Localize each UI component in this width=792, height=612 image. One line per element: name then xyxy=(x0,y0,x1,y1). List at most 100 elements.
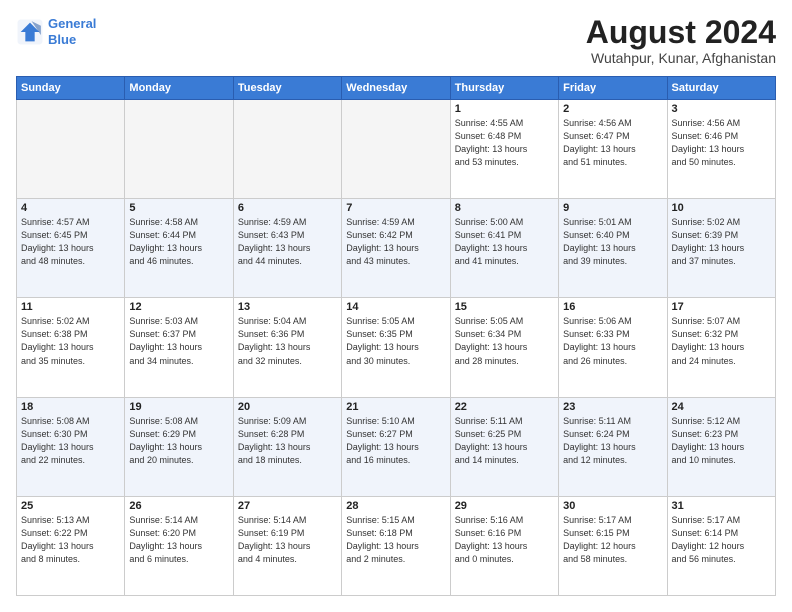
day-number: 7 xyxy=(346,202,445,214)
day-info: Sunrise: 5:12 AMSunset: 6:23 PMDaylight:… xyxy=(672,415,771,467)
day-info: Sunrise: 5:14 AMSunset: 6:19 PMDaylight:… xyxy=(238,514,337,566)
calendar-cell: 2 Sunrise: 4:56 AMSunset: 6:47 PMDaylight… xyxy=(559,100,667,199)
calendar-cell: 22 Sunrise: 5:11 AMSunset: 6:25 PMDayligh… xyxy=(450,397,558,496)
day-info: Sunrise: 5:16 AMSunset: 6:16 PMDaylight:… xyxy=(455,514,554,566)
header: General Blue August 2024 Wutahpur, Kunar… xyxy=(16,16,776,66)
calendar-cell: 25 Sunrise: 5:13 AMSunset: 6:22 PMDayligh… xyxy=(17,496,125,595)
day-info: Sunrise: 5:04 AMSunset: 6:36 PMDaylight:… xyxy=(238,315,337,367)
day-number: 25 xyxy=(21,500,120,512)
calendar-cell: 4 Sunrise: 4:57 AMSunset: 6:45 PMDaylight… xyxy=(17,199,125,298)
week-row-1: 1 Sunrise: 4:55 AMSunset: 6:48 PMDaylight… xyxy=(17,100,776,199)
day-info: Sunrise: 5:02 AMSunset: 6:38 PMDaylight:… xyxy=(21,315,120,367)
logo: General Blue xyxy=(16,16,96,47)
logo-icon xyxy=(16,18,44,46)
calendar-body: 1 Sunrise: 4:55 AMSunset: 6:48 PMDaylight… xyxy=(17,100,776,596)
calendar-cell: 10 Sunrise: 5:02 AMSunset: 6:39 PMDayligh… xyxy=(667,199,775,298)
weekday-header-row: SundayMondayTuesdayWednesdayThursdayFrid… xyxy=(17,77,776,100)
weekday-saturday: Saturday xyxy=(667,77,775,100)
day-number: 2 xyxy=(563,103,662,115)
day-info: Sunrise: 5:03 AMSunset: 6:37 PMDaylight:… xyxy=(129,315,228,367)
weekday-thursday: Thursday xyxy=(450,77,558,100)
day-info: Sunrise: 5:13 AMSunset: 6:22 PMDaylight:… xyxy=(21,514,120,566)
day-info: Sunrise: 5:05 AMSunset: 6:35 PMDaylight:… xyxy=(346,315,445,367)
day-number: 5 xyxy=(129,202,228,214)
day-number: 16 xyxy=(563,301,662,313)
logo-general: General xyxy=(48,16,96,31)
day-number: 18 xyxy=(21,401,120,413)
calendar-cell: 1 Sunrise: 4:55 AMSunset: 6:48 PMDaylight… xyxy=(450,100,558,199)
calendar-cell: 16 Sunrise: 5:06 AMSunset: 6:33 PMDayligh… xyxy=(559,298,667,397)
weekday-sunday: Sunday xyxy=(17,77,125,100)
day-number: 20 xyxy=(238,401,337,413)
day-info: Sunrise: 5:11 AMSunset: 6:24 PMDaylight:… xyxy=(563,415,662,467)
day-number: 24 xyxy=(672,401,771,413)
day-number: 1 xyxy=(455,103,554,115)
day-number: 27 xyxy=(238,500,337,512)
day-number: 28 xyxy=(346,500,445,512)
calendar-cell: 9 Sunrise: 5:01 AMSunset: 6:40 PMDaylight… xyxy=(559,199,667,298)
calendar-cell xyxy=(17,100,125,199)
day-number: 31 xyxy=(672,500,771,512)
day-info: Sunrise: 5:11 AMSunset: 6:25 PMDaylight:… xyxy=(455,415,554,467)
calendar-cell: 11 Sunrise: 5:02 AMSunset: 6:38 PMDayligh… xyxy=(17,298,125,397)
day-info: Sunrise: 5:09 AMSunset: 6:28 PMDaylight:… xyxy=(238,415,337,467)
calendar-table: SundayMondayTuesdayWednesdayThursdayFrid… xyxy=(16,76,776,596)
calendar-cell: 19Sunrise: 5:08 AMSunset: 6:29 PMDayligh… xyxy=(125,397,233,496)
day-number: 22 xyxy=(455,401,554,413)
location: Wutahpur, Kunar, Afghanistan xyxy=(586,50,776,66)
day-info: Sunrise: 4:58 AMSunset: 6:44 PMDaylight:… xyxy=(129,216,228,268)
logo-blue: Blue xyxy=(48,32,76,47)
calendar-cell: 29 Sunrise: 5:16 AMSunset: 6:16 PMDayligh… xyxy=(450,496,558,595)
day-info: Sunrise: 5:14 AMSunset: 6:20 PMDaylight:… xyxy=(129,514,228,566)
calendar-cell: 24 Sunrise: 5:12 AMSunset: 6:23 PMDayligh… xyxy=(667,397,775,496)
calendar-cell: 30Sunrise: 5:17 AMSunset: 6:15 PMDayligh… xyxy=(559,496,667,595)
day-info: Sunrise: 5:06 AMSunset: 6:33 PMDaylight:… xyxy=(563,315,662,367)
calendar-cell xyxy=(233,100,341,199)
day-number: 29 xyxy=(455,500,554,512)
day-number: 11 xyxy=(21,301,120,313)
calendar-cell: 14Sunrise: 5:05 AMSunset: 6:35 PMDayligh… xyxy=(342,298,450,397)
day-number: 17 xyxy=(672,301,771,313)
day-info: Sunrise: 5:02 AMSunset: 6:39 PMDaylight:… xyxy=(672,216,771,268)
day-info: Sunrise: 4:56 AMSunset: 6:46 PMDaylight:… xyxy=(672,117,771,169)
day-info: Sunrise: 4:59 AMSunset: 6:42 PMDaylight:… xyxy=(346,216,445,268)
calendar-cell: 18 Sunrise: 5:08 AMSunset: 6:30 PMDayligh… xyxy=(17,397,125,496)
calendar-cell: 26 Sunrise: 5:14 AMSunset: 6:20 PMDayligh… xyxy=(125,496,233,595)
day-number: 21 xyxy=(346,401,445,413)
day-number: 10 xyxy=(672,202,771,214)
weekday-friday: Friday xyxy=(559,77,667,100)
day-number: 9 xyxy=(563,202,662,214)
calendar-cell: 28Sunrise: 5:15 AMSunset: 6:18 PMDayligh… xyxy=(342,496,450,595)
day-info: Sunrise: 4:57 AMSunset: 6:45 PMDaylight:… xyxy=(21,216,120,268)
calendar-cell xyxy=(125,100,233,199)
day-info: Sunrise: 5:01 AMSunset: 6:40 PMDaylight:… xyxy=(563,216,662,268)
calendar-cell: 3Sunrise: 4:56 AMSunset: 6:46 PMDaylight… xyxy=(667,100,775,199)
calendar-cell: 27 Sunrise: 5:14 AMSunset: 6:19 PMDayligh… xyxy=(233,496,341,595)
calendar-cell: 21 Sunrise: 5:10 AMSunset: 6:27 PMDayligh… xyxy=(342,397,450,496)
day-number: 30 xyxy=(563,500,662,512)
calendar-cell: 20 Sunrise: 5:09 AMSunset: 6:28 PMDayligh… xyxy=(233,397,341,496)
day-info: Sunrise: 5:05 AMSunset: 6:34 PMDaylight:… xyxy=(455,315,554,367)
month-year: August 2024 xyxy=(586,16,776,48)
calendar-cell: 13 Sunrise: 5:04 AMSunset: 6:36 PMDayligh… xyxy=(233,298,341,397)
calendar-cell: 8Sunrise: 5:00 AMSunset: 6:41 PMDaylight… xyxy=(450,199,558,298)
weekday-tuesday: Tuesday xyxy=(233,77,341,100)
day-info: Sunrise: 5:08 AMSunset: 6:29 PMDaylight:… xyxy=(129,415,228,467)
calendar-cell: 6Sunrise: 4:59 AMSunset: 6:43 PMDaylight… xyxy=(233,199,341,298)
calendar-cell: 23 Sunrise: 5:11 AMSunset: 6:24 PMDayligh… xyxy=(559,397,667,496)
day-info: Sunrise: 4:55 AMSunset: 6:48 PMDaylight:… xyxy=(455,117,554,169)
week-row-3: 11 Sunrise: 5:02 AMSunset: 6:38 PMDayligh… xyxy=(17,298,776,397)
day-number: 4 xyxy=(21,202,120,214)
day-number: 23 xyxy=(563,401,662,413)
week-row-2: 4 Sunrise: 4:57 AMSunset: 6:45 PMDaylight… xyxy=(17,199,776,298)
week-row-4: 18 Sunrise: 5:08 AMSunset: 6:30 PMDayligh… xyxy=(17,397,776,496)
day-info: Sunrise: 5:10 AMSunset: 6:27 PMDaylight:… xyxy=(346,415,445,467)
day-info: Sunrise: 4:59 AMSunset: 6:43 PMDaylight:… xyxy=(238,216,337,268)
day-number: 13 xyxy=(238,301,337,313)
day-info: Sunrise: 4:56 AMSunset: 6:47 PMDaylight:… xyxy=(563,117,662,169)
day-info: Sunrise: 5:08 AMSunset: 6:30 PMDaylight:… xyxy=(21,415,120,467)
calendar-cell: 31Sunrise: 5:17 AMSunset: 6:14 PMDayligh… xyxy=(667,496,775,595)
logo-text: General Blue xyxy=(48,16,96,47)
day-number: 26 xyxy=(129,500,228,512)
weekday-wednesday: Wednesday xyxy=(342,77,450,100)
